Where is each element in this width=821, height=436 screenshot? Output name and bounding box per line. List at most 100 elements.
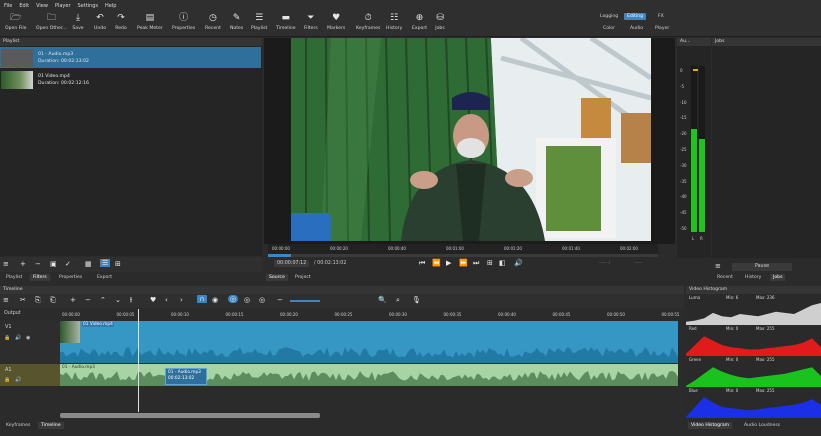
redo-button[interactable]: ↷ Redo xyxy=(115,13,127,31)
tab-audio-loudness[interactable]: Audio Loudness xyxy=(741,422,783,429)
video-frame[interactable] xyxy=(291,38,651,241)
volume-icon[interactable]: 🔊 xyxy=(514,259,523,267)
open-file-button[interactable]: 🗁 Open File xyxy=(5,13,26,31)
add-icon[interactable]: + xyxy=(20,260,26,268)
export-button[interactable]: ⊕ Export xyxy=(412,13,427,31)
menu-file[interactable]: File xyxy=(4,3,12,9)
zoom-out-icon[interactable]: − xyxy=(277,296,283,304)
snap-icon[interactable]: ∩ xyxy=(197,295,207,303)
workspace-editing[interactable]: Editing xyxy=(624,13,646,20)
jobs-menu-icon[interactable]: ≡ xyxy=(715,262,721,270)
video-clip[interactable]: 01 Video.mp4 xyxy=(60,321,678,363)
paste-icon[interactable]: ⎗ xyxy=(50,296,56,305)
next-marker-icon[interactable]: › xyxy=(180,296,183,304)
zoom-slider[interactable] xyxy=(290,300,320,302)
eye-icon[interactable]: ◉ xyxy=(26,335,30,341)
zoom-icon[interactable]: ◧ xyxy=(499,259,506,267)
tab-jobs[interactable]: Jobs xyxy=(770,274,786,281)
tab-playlist[interactable]: Playlist xyxy=(3,274,25,281)
mute-icon[interactable]: 🔊 xyxy=(15,335,21,341)
menu-view[interactable]: View xyxy=(36,3,48,9)
tab-video-histogram[interactable]: Video Histogram xyxy=(688,422,733,429)
position-timecode[interactable]: 00:00:07:12 xyxy=(274,260,310,267)
keyframes-button[interactable]: ⏱ Keyframes xyxy=(356,13,380,31)
player-timeline-ruler[interactable]: 00:00:00 00:00:20 00:00:40 00:01:00 00:01:20… xyxy=(268,244,658,254)
save-button[interactable]: ⤓ Save xyxy=(72,13,84,31)
menu-help[interactable]: Help xyxy=(105,3,116,9)
properties-button[interactable]: ⓘ Properties xyxy=(172,13,195,31)
playhead[interactable] xyxy=(138,309,140,412)
audio-clip[interactable]: 01 - Audio.mp3 xyxy=(60,364,678,386)
zoom-fit-icon[interactable]: ⌕ xyxy=(396,296,400,305)
details-view-icon[interactable]: ▦ xyxy=(85,260,92,268)
ripple-delete-icon[interactable]: − xyxy=(85,296,91,304)
tab-recent[interactable]: Recent xyxy=(714,274,736,281)
history-button[interactable]: ☷ History xyxy=(386,13,402,31)
rewind-icon[interactable]: ⏪ xyxy=(432,259,441,267)
tab-project[interactable]: Project xyxy=(292,274,314,281)
menu-player[interactable]: Player xyxy=(55,3,71,9)
overwrite-icon[interactable]: ⌄ xyxy=(115,296,121,304)
cut-icon[interactable]: ✂ xyxy=(20,296,26,304)
marker-icon[interactable]: ♥ xyxy=(150,296,156,304)
skip-previous-icon[interactable]: ⏮ xyxy=(419,259,425,268)
a1-header[interactable]: A1 🔒 🔊 xyxy=(0,364,60,386)
skip-next-icon[interactable]: ⏭ xyxy=(473,259,479,268)
workspace-player[interactable]: Player xyxy=(652,25,672,32)
scrub-icon[interactable]: ◉ xyxy=(212,296,218,304)
append-icon[interactable]: + xyxy=(70,296,76,304)
lock-icon[interactable]: 🔒 xyxy=(4,335,10,341)
grid-icon[interactable]: ⊞ xyxy=(487,259,493,267)
timeline-menu-icon[interactable]: ≡ xyxy=(3,296,9,304)
menu-edit[interactable]: Edit xyxy=(19,3,29,9)
play-icon[interactable]: ▶ xyxy=(446,259,451,267)
playlist-item[interactable]: 01 Video.mp4 Duration: 00:02:12:16 xyxy=(0,69,261,90)
ripple-markers-icon[interactable]: ◎ xyxy=(259,296,265,304)
tab-export[interactable]: Export xyxy=(94,274,115,281)
mute-icon[interactable]: 🔊 xyxy=(15,377,21,383)
ripple-icon[interactable]: ◎ xyxy=(228,295,238,303)
remove-icon[interactable]: − xyxy=(35,260,41,268)
grid-view-icon[interactable]: ⊞ xyxy=(115,260,121,268)
update-icon[interactable]: ▣ xyxy=(50,260,57,268)
prev-marker-icon[interactable]: ‹ xyxy=(165,296,168,304)
playlist-button[interactable]: ☰ Playlist xyxy=(251,13,267,31)
tab-properties[interactable]: Properties xyxy=(56,274,85,281)
markers-button[interactable]: ♥ Markers xyxy=(327,13,345,31)
lift-icon[interactable]: ⌃ xyxy=(100,296,106,304)
tab-source[interactable]: Source xyxy=(266,274,288,281)
ripple-all-icon[interactable]: ◎ xyxy=(244,296,250,304)
menu-settings[interactable]: Settings xyxy=(78,3,99,9)
timeline-ruler[interactable]: 00:00:00 00:00:05 00:00:10 00:00:15 00:00:20… xyxy=(60,309,679,320)
pause-button[interactable]: Pause xyxy=(732,263,792,271)
menu-icon[interactable]: ≡ xyxy=(3,260,9,268)
workspace-fx[interactable]: FX xyxy=(655,13,667,20)
filters-button[interactable]: ⏷ Filters xyxy=(304,13,318,31)
out-point-field[interactable]: ----- xyxy=(634,261,642,266)
check-icon[interactable]: ✓ xyxy=(65,260,71,268)
jobs-button[interactable]: ⛁ Jobs xyxy=(434,13,446,31)
lock-icon[interactable]: 🔒 xyxy=(4,377,10,383)
undo-button[interactable]: ↶ Undo xyxy=(94,13,106,31)
notes-button[interactable]: ✎ Notes xyxy=(230,13,243,31)
in-point-field[interactable]: ----- / xyxy=(599,261,610,266)
tab-filters[interactable]: Filters xyxy=(30,274,50,281)
list-view-icon[interactable]: ☰ xyxy=(100,259,111,267)
recent-button[interactable]: ◷ Recent xyxy=(205,13,221,31)
copy-icon[interactable]: ⎘ xyxy=(35,296,41,305)
tab-keyframes[interactable]: Keyframes xyxy=(3,422,33,429)
fast-forward-icon[interactable]: ⏩ xyxy=(459,259,468,267)
timeline-button[interactable]: ▬ Timeline xyxy=(276,13,296,31)
workspace-audio[interactable]: Audio xyxy=(627,25,646,32)
split-icon[interactable]: ⫲ xyxy=(130,296,132,305)
timeline-scrollbar[interactable] xyxy=(60,413,320,418)
tab-history[interactable]: History xyxy=(742,274,764,281)
zoom-in-icon[interactable]: 🔍 xyxy=(378,296,387,304)
tab-timeline[interactable]: Timeline xyxy=(38,422,64,429)
open-other-button[interactable]: 🗀 Open Other... xyxy=(36,13,67,31)
record-audio-icon[interactable]: 🎙 xyxy=(412,296,421,304)
workspace-color[interactable]: Color xyxy=(600,25,618,32)
playlist-item[interactable]: 01 - Audio.mp3 Duration: 00:02:13:02 xyxy=(0,47,261,68)
workspace-logging[interactable]: Logging xyxy=(597,13,621,20)
peak-meter-button[interactable]: ▤ Peak Meter xyxy=(137,13,163,31)
